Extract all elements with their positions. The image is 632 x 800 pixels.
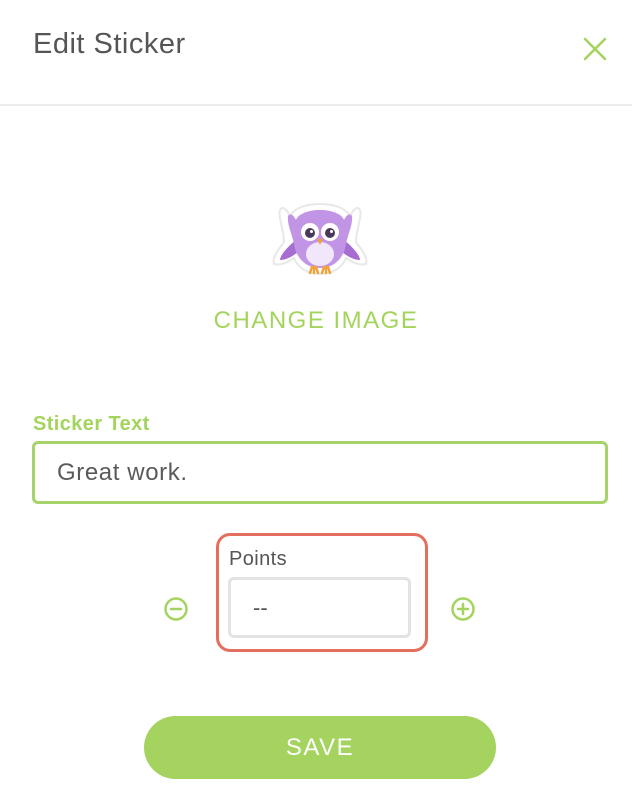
sticker-text-label: Sticker Text	[33, 413, 150, 435]
decrement-points-button[interactable]	[163, 596, 189, 622]
dialog-title: Edit Sticker	[33, 28, 186, 60]
plus-circle-icon	[450, 596, 476, 622]
points-input[interactable]	[228, 577, 411, 638]
close-icon	[580, 34, 610, 64]
dialog-header: Edit Sticker	[0, 0, 632, 106]
points-label: Points	[229, 548, 287, 570]
owl-sticker-icon	[272, 202, 368, 276]
edit-sticker-dialog: Edit Sticker CHANGE IMAGE Sticker Text G…	[0, 0, 632, 800]
sticker-text-input[interactable]	[32, 441, 608, 504]
save-button[interactable]: SAVE	[144, 716, 496, 779]
change-image-link[interactable]: CHANGE IMAGE	[0, 307, 632, 335]
close-button[interactable]	[580, 34, 610, 64]
minus-circle-icon	[163, 596, 189, 622]
sticker-image	[266, 196, 374, 286]
increment-points-button[interactable]	[450, 596, 476, 622]
